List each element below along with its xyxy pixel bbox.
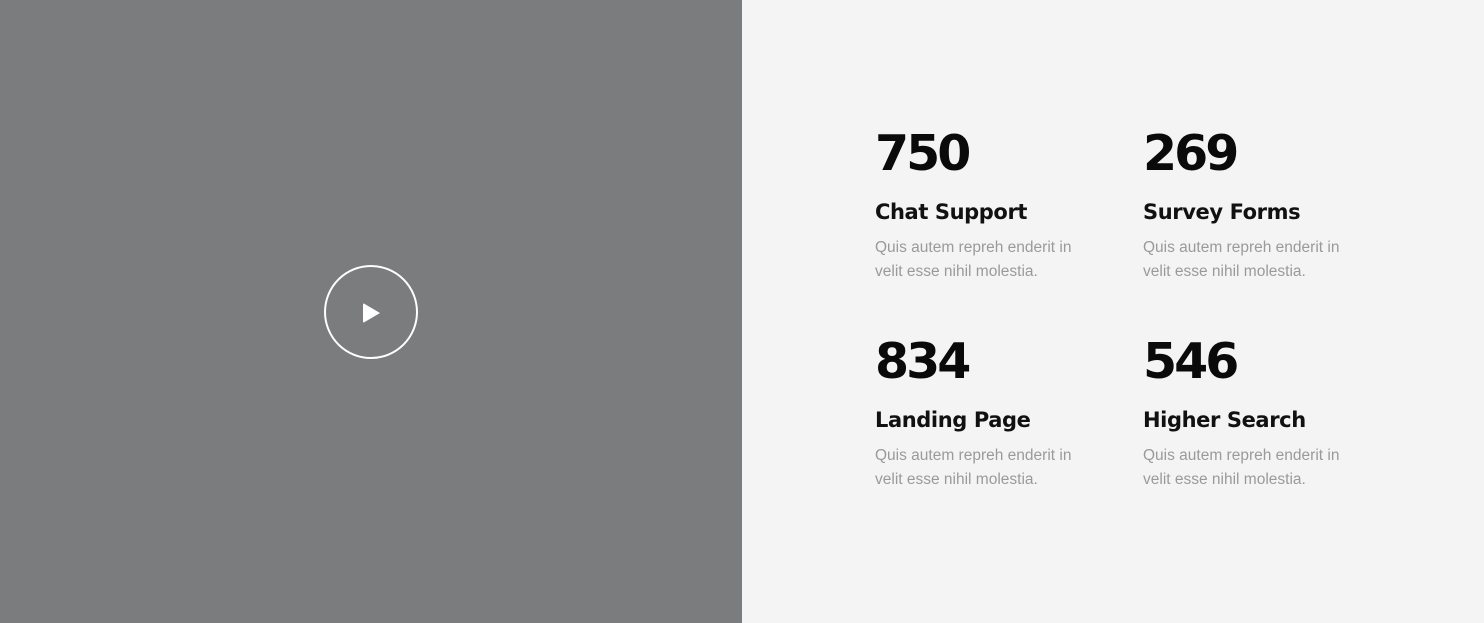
stats-section: 750 Chat Support Quis autem repreh ender… [0,0,1484,623]
stat-description: Quis autem repreh enderit in velit esse … [1143,239,1340,280]
stat-item-chat-support: 750 Chat Support Quis autem repreh ender… [875,128,1105,284]
stat-item-higher-search: 546 Higher Search Quis autem repreh ende… [1143,336,1373,492]
play-button[interactable] [324,265,418,359]
stat-title: Chat Support [875,200,1028,224]
stat-description: Quis autem repreh enderit in velit esse … [875,447,1072,488]
stat-title: Higher Search [1143,408,1306,432]
video-panel [0,0,742,623]
stat-title: Landing Page [875,408,1031,432]
stat-description: Quis autem repreh enderit in velit esse … [875,239,1072,280]
stat-item-survey-forms: 269 Survey Forms Quis autem repreh ender… [1143,128,1373,284]
stat-number: 750 [875,125,971,182]
stat-description: Quis autem repreh enderit in velit esse … [1143,447,1340,488]
stat-number: 834 [875,333,971,390]
stat-title: Survey Forms [1143,200,1301,224]
stat-number: 546 [1143,333,1239,390]
stats-panel: 750 Chat Support Quis autem repreh ender… [742,0,1484,623]
stat-number: 269 [1143,125,1239,182]
stat-item-landing-page: 834 Landing Page Quis autem repreh ender… [875,336,1105,492]
play-icon [363,303,380,323]
